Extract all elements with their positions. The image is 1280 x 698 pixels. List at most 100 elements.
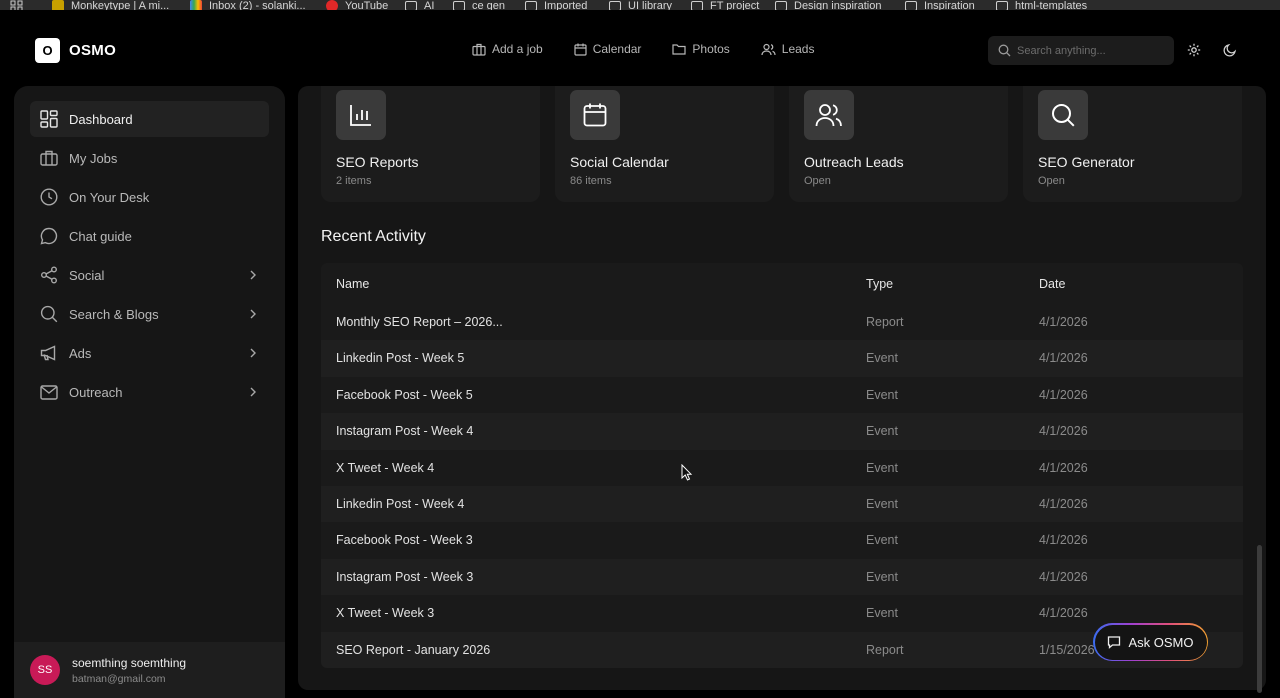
cell-date: 4/1/2026 — [1039, 387, 1088, 402]
sidebar-item-chat-guide[interactable]: Chat guide — [30, 218, 269, 254]
chevron-right-icon — [250, 387, 256, 397]
bookmark-ce-gen[interactable]: ce gen — [453, 0, 505, 10]
sidebar-item-my-jobs[interactable]: My Jobs — [30, 140, 269, 176]
sidebar: Dashboard My Jobs On Your Desk Chat guid… — [14, 86, 285, 698]
table-row[interactable]: Linkedin Post - Week 5 Event 4/1/2026 — [321, 340, 1243, 377]
sidebar-item-social[interactable]: Social — [30, 257, 269, 293]
bookmark-ui-library[interactable]: UI library — [609, 0, 672, 10]
chevron-right-icon — [250, 270, 256, 280]
table-row[interactable]: Monthly SEO Report – 2026... Report 4/1/20… — [321, 304, 1243, 340]
calendar-icon — [574, 43, 587, 56]
bookmark-html-templates[interactable]: html-templates — [996, 0, 1087, 10]
cell-type: Event — [866, 351, 898, 366]
table-row[interactable]: X Tweet - Week 4 Event 4/1/2026 — [321, 450, 1243, 486]
cell-type: Event — [866, 533, 898, 548]
card-seo-reports[interactable]: SEO Reports 2 items — [321, 86, 540, 202]
card-count: 86 items — [570, 175, 612, 187]
avatar: SS — [30, 655, 60, 685]
folder-icon — [996, 1, 1008, 10]
cell-type: Report — [866, 642, 904, 657]
users-icon — [761, 43, 776, 55]
bookmark-youtube[interactable]: YouTube — [326, 0, 388, 10]
bookmarks-bar: Monkeytype | A mi... Inbox (2) - solanki… — [0, 0, 1280, 10]
column-header-type[interactable]: Type — [866, 277, 893, 291]
cell-date: 1/15/2026 — [1039, 642, 1095, 657]
card-status: Open — [804, 175, 831, 187]
clock-icon — [40, 188, 58, 206]
apps-grid-icon[interactable] — [10, 0, 24, 10]
bookmark-monkeytype[interactable]: Monkeytype | A mi... — [52, 0, 169, 10]
app-logo[interactable]: O OSMO — [35, 38, 116, 63]
folder-icon — [905, 1, 917, 10]
bookmark-imported[interactable]: Imported — [525, 0, 587, 10]
folder-icon — [609, 1, 621, 10]
cell-name: Instagram Post - Week 4 — [336, 424, 474, 439]
youtube-icon — [326, 0, 338, 10]
user-email: batman@gmail.com — [72, 673, 166, 685]
bookmark-design-inspiration[interactable]: Design inspiration — [775, 0, 881, 10]
recent-activity-table: Name Type Date Monthly SEO Report – 2026… — [321, 263, 1243, 668]
user-profile[interactable]: SS soemthing soemthing batman@gmail.com — [14, 642, 285, 698]
bookmark-inspiration[interactable]: Inspiration — [905, 0, 975, 10]
search-icon — [40, 305, 58, 323]
column-header-name[interactable]: Name — [336, 277, 369, 291]
logo-mark: O — [35, 38, 60, 63]
chat-icon — [1108, 636, 1121, 649]
table-row[interactable]: Facebook Post - Week 5 Event 4/1/2026 — [321, 377, 1243, 413]
table-header: Name Type Date — [321, 263, 1243, 304]
sidebar-item-ads[interactable]: Ads — [30, 335, 269, 371]
search-input[interactable] — [1017, 44, 1167, 57]
cell-name: Instagram Post - Week 3 — [336, 569, 474, 584]
folder-icon — [405, 1, 417, 10]
settings-button[interactable] — [1187, 43, 1201, 62]
bar-chart-icon — [336, 90, 386, 140]
mouse-cursor-icon — [681, 464, 693, 481]
cell-date: 4/1/2026 — [1039, 351, 1088, 366]
cell-name: Facebook Post - Week 3 — [336, 533, 473, 548]
cell-type: Report — [866, 315, 904, 329]
column-header-date[interactable]: Date — [1039, 277, 1065, 291]
cell-name: Facebook Post - Week 5 — [336, 387, 473, 402]
search-icon — [998, 44, 1011, 57]
nav-leads[interactable]: Leads — [761, 42, 814, 56]
sidebar-item-search-blogs[interactable]: Search & Blogs — [30, 296, 269, 332]
table-row[interactable]: Instagram Post - Week 3 Event 4/1/2026 — [321, 558, 1243, 596]
table-row[interactable]: Linkedin Post - Week 4 Event 4/1/2026 — [321, 486, 1243, 523]
card-outreach-leads[interactable]: Outreach Leads Open — [789, 86, 1008, 202]
cell-date: 4/1/2026 — [1039, 460, 1088, 475]
users-icon — [804, 90, 854, 140]
briefcase-icon — [40, 150, 58, 166]
recent-activity-title: Recent Activity — [321, 228, 426, 245]
chevron-right-icon — [250, 348, 256, 358]
table-row[interactable]: Instagram Post - Week 4 Event 4/1/2026 — [321, 413, 1243, 450]
ask-osmo-button[interactable]: Ask OSMO — [1093, 623, 1208, 661]
table-row[interactable]: Facebook Post - Week 3 Event 4/1/2026 — [321, 522, 1243, 558]
sidebar-item-on-your-desk[interactable]: On Your Desk — [30, 179, 269, 215]
card-title: SEO Generator — [1038, 154, 1135, 170]
gmail-icon — [190, 0, 202, 10]
theme-toggle-button[interactable] — [1223, 43, 1237, 62]
bookmark-ft-project[interactable]: FT project — [691, 0, 759, 10]
calendar-icon — [570, 90, 620, 140]
nav-add-a-job[interactable]: Add a job — [472, 42, 543, 56]
global-search[interactable] — [988, 36, 1174, 65]
card-social-calendar[interactable]: Social Calendar 86 items — [555, 86, 774, 202]
nav-photos[interactable]: Photos — [672, 42, 730, 56]
cell-name: Linkedin Post - Week 5 — [336, 351, 465, 366]
sidebar-item-outreach[interactable]: Outreach — [30, 374, 269, 410]
bookmark-inbox[interactable]: Inbox (2) - solanki... — [190, 0, 306, 10]
mail-icon — [40, 384, 58, 400]
cell-type: Event — [866, 387, 898, 402]
monkeytype-icon — [52, 0, 64, 10]
scrollbar-thumb[interactable] — [1257, 545, 1262, 693]
sidebar-item-dashboard[interactable]: Dashboard — [30, 101, 269, 137]
cell-date: 4/1/2026 — [1039, 315, 1088, 329]
nav-links: Add a job Calendar Photos Leads — [472, 42, 845, 56]
card-status: Open — [1038, 175, 1065, 187]
card-seo-generator[interactable]: SEO Generator Open — [1023, 86, 1242, 202]
megaphone-icon — [40, 345, 56, 361]
cell-type: Event — [866, 424, 898, 439]
bookmark-ai[interactable]: AI — [405, 0, 434, 10]
chat-icon — [40, 227, 58, 245]
nav-calendar[interactable]: Calendar — [574, 42, 641, 56]
